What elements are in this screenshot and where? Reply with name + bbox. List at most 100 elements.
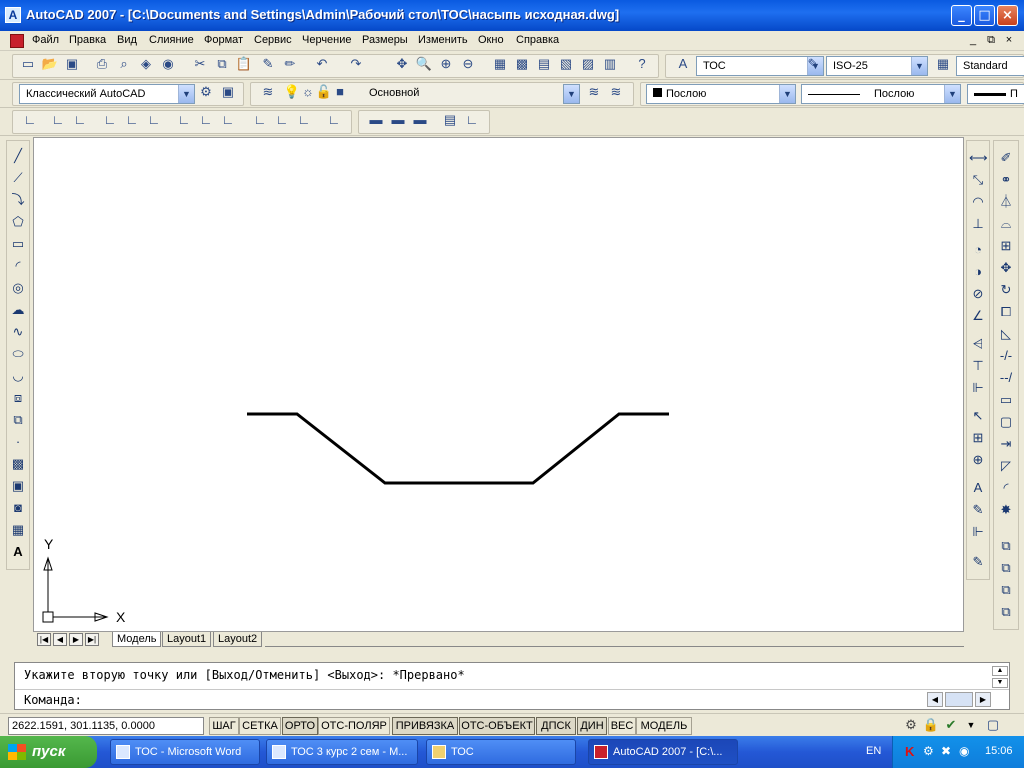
hatch-icon[interactable]: ▩ [9,455,27,473]
quick-leader-icon[interactable]: ↖ [969,407,987,425]
menu-window[interactable]: Окно [478,34,504,46]
chevron-down-icon[interactable]: ▼ [178,85,194,103]
menu-dimension[interactable]: Размеры [362,34,408,46]
make-block-icon[interactable]: ⧉ [9,411,27,429]
embankment-profile-polyline[interactable] [247,412,669,485]
hscroll-right-arrow[interactable]: ▶ [975,692,991,707]
copy-icon[interactable]: ⧉ [213,55,231,73]
ucs-face-icon[interactable]: ∟ [101,111,119,129]
toolbar-lock-icon[interactable]: 🔒 [922,716,940,734]
linear-dim-icon[interactable]: ⟷ [969,149,988,167]
next-tab-button[interactable]: ▶ [69,633,83,646]
publish-icon[interactable]: ◈ [137,55,155,73]
arc-length-icon[interactable]: ◠ [969,193,987,211]
ucs-settings-icon[interactable]: ▤ [441,111,459,129]
markup-icon[interactable]: ▨ [579,55,597,73]
trim-icon[interactable]: -/- [997,347,1015,365]
toggle-polar[interactable]: ОТС-ПОЛЯР [318,717,390,735]
chamfer-icon[interactable]: ◸ [997,457,1015,475]
spline-icon[interactable]: ∿ [9,323,27,341]
table-icon[interactable]: ▦ [9,521,27,539]
dim-style-dropdown[interactable]: ISO-25 ▼ [826,56,928,76]
move-icon[interactable]: ✥ [997,259,1015,277]
volume-icon[interactable]: ✖ [941,744,951,758]
maximize-button[interactable]: □ [974,5,995,26]
make-current-layer-icon[interactable]: ≋ [585,83,603,101]
dim-edit-icon[interactable]: A [969,479,987,497]
orthographic-ucs-icon[interactable]: ▬ [389,111,407,129]
tab-layout1[interactable]: Layout1 [162,632,212,647]
layer-dropdown[interactable]: Основной [283,84,583,104]
paste-icon[interactable]: 📋 [235,55,253,73]
toggle-snap[interactable]: ШАГ [209,717,239,735]
chevron-down-icon[interactable]: ▼ [944,85,960,103]
text-style-icon[interactable]: A [674,55,692,73]
jogged-dim-icon[interactable]: ◑ [969,263,987,281]
fillet-icon[interactable]: ◜ [997,479,1015,497]
toggle-ortho[interactable]: ОРТО [282,717,318,735]
command-input[interactable] [105,692,925,708]
menu-draw[interactable]: Черчение [302,34,352,46]
document-icon[interactable] [10,34,24,48]
zoom-window-icon[interactable]: ⊕ [437,55,455,73]
minimize-button[interactable]: _ [951,5,972,26]
chevron-down-icon[interactable]: ▼ [779,85,795,103]
clean-screen-icon[interactable]: ▢ [984,716,1002,734]
menu-help[interactable]: Справка [516,34,559,46]
ordinate-dim-icon[interactable]: ⊥ [969,215,987,233]
redo-icon[interactable]: ↷ [347,55,365,73]
save-workspace-icon[interactable]: ▣ [219,83,237,101]
menu-edit[interactable]: Правка [69,34,106,46]
scroll-down-arrow[interactable]: ▼ [992,678,1008,688]
zoom-realtime-icon[interactable]: 🔍 [415,55,433,73]
layer-manager-icon[interactable]: ≋ [259,83,277,101]
task-word[interactable]: ТОС - Microsoft Word [110,739,260,765]
extend-icon[interactable]: --/ [997,369,1015,387]
toggle-grid[interactable]: СЕТКА [239,717,281,735]
circle-icon[interactable]: ◎ [9,279,27,297]
menu-merge[interactable]: Слияние [149,34,194,46]
open-icon[interactable]: 📂 [41,55,59,73]
start-button[interactable]: пуск [0,736,97,768]
autocad-app-icon[interactable]: A [5,7,21,23]
insert-block-icon[interactable]: ⧈ [9,389,27,407]
array-icon[interactable]: ⊞ [997,237,1015,255]
explode-icon[interactable]: ✸ [997,501,1015,519]
sheet-set-icon[interactable]: ▧ [557,55,575,73]
block-editor-icon[interactable]: ✏ [281,55,299,73]
ucs-view-icon[interactable]: ∟ [145,111,163,129]
hscroll-thumb[interactable] [945,692,973,707]
toggle-osnap[interactable]: ПРИВЯЗКА [392,717,458,735]
named-ucs-icon[interactable]: ▬ [367,111,385,129]
aligned-dim-icon[interactable]: ⤡ [969,171,987,189]
angular-dim-icon[interactable]: ∠ [969,307,987,325]
polyline-icon[interactable]: ⤵ [9,191,27,209]
stretch-icon[interactable]: ◺ [997,325,1015,343]
dim-style-icon[interactable]: ✎ [804,55,822,73]
status-menu-chevron-icon[interactable]: ▼ [962,716,980,734]
properties-icon[interactable]: ▦ [491,55,509,73]
ucs-y-rotate-icon[interactable]: ∟ [273,111,291,129]
help-icon[interactable]: ? [633,55,651,73]
scale-icon[interactable]: ⧠ [997,303,1015,321]
antivirus-icon[interactable]: K [905,744,914,759]
ucs-world-icon[interactable]: ∟ [49,111,67,129]
first-tab-button[interactable]: |◀ [37,633,51,646]
task-folder[interactable]: ТОС [426,739,576,765]
menu-tools[interactable]: Сервис [254,34,292,46]
language-indicator[interactable]: EN [866,745,881,757]
dim-text-edit-icon[interactable]: ✎ [969,501,987,519]
toggle-dyn[interactable]: ДИН [577,717,607,735]
calculator-icon[interactable]: ▥ [601,55,619,73]
toggle-model[interactable]: МОДЕЛЬ [636,717,692,735]
coordinates-readout[interactable]: 2622.1591, 301.1135, 0.0000 [8,717,204,735]
line-icon[interactable]: ╱ [9,147,27,165]
erase-icon[interactable]: ✐ [997,149,1015,167]
scroll-up-arrow[interactable]: ▲ [992,666,1008,676]
tool-palettes-icon[interactable]: ▤ [535,55,553,73]
revision-cloud-icon[interactable]: ☁ [9,301,27,319]
menu-file[interactable]: Файл [32,34,59,46]
ucs-zaxis-icon[interactable]: ∟ [197,111,215,129]
multiline-text-icon[interactable]: A [9,543,27,561]
task-word-2[interactable]: ТОС 3 курс 2 сем - М... [266,739,418,765]
